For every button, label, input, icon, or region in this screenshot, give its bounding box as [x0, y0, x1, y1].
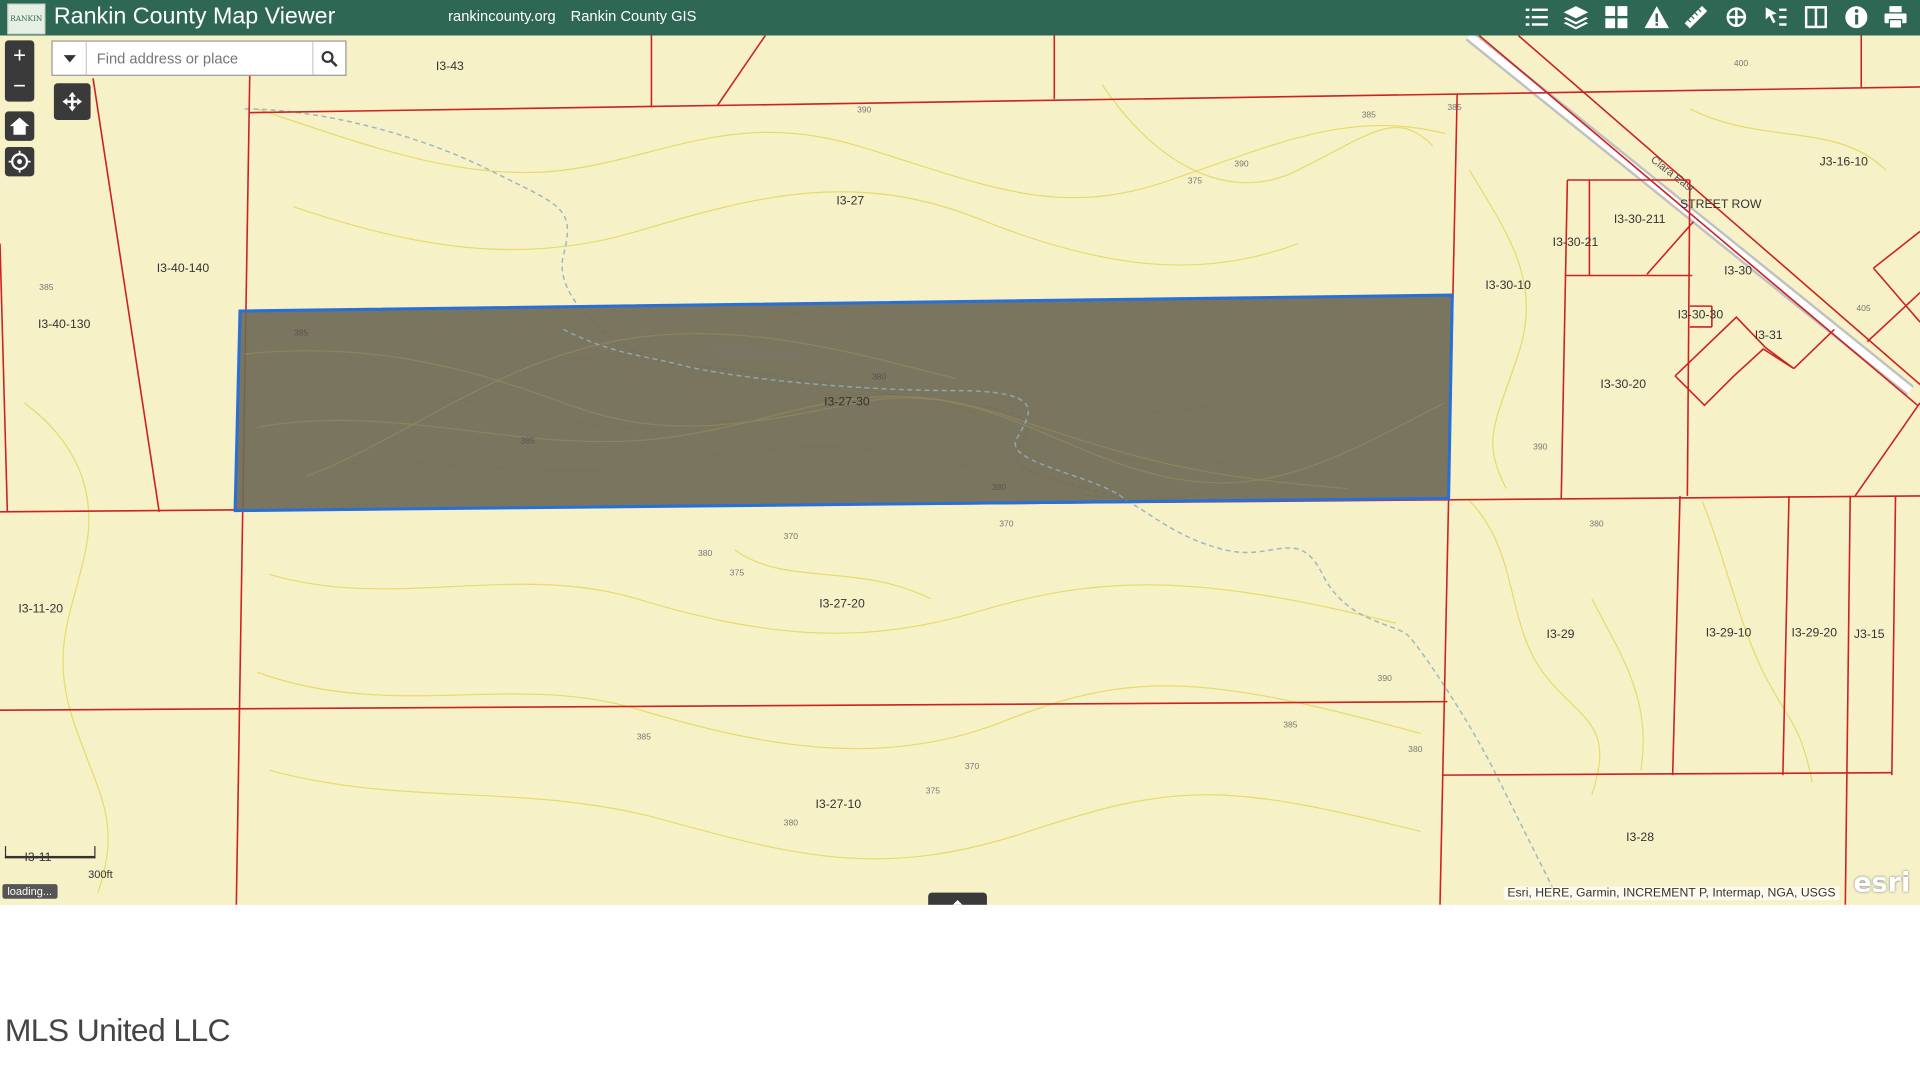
- contour-label: 370: [783, 532, 798, 542]
- locate-icon: [8, 150, 31, 173]
- parcel-label: I3-29-20: [1791, 626, 1838, 641]
- county-logo: RANKIN: [7, 3, 46, 35]
- parcel-label: I3-29-10: [1705, 626, 1752, 641]
- locate-button[interactable]: [4, 146, 35, 177]
- parcel-label: I3-30-30: [1677, 308, 1724, 323]
- app-header: RANKIN Rankin County Map Viewer rankinco…: [0, 0, 1920, 36]
- parcel-label: I3-27: [836, 194, 865, 209]
- parcel-label: I3-43: [435, 60, 464, 74]
- navigation-toggle-button[interactable]: [53, 83, 91, 121]
- swipe-icon[interactable]: [1800, 1, 1832, 33]
- rankin-gis-link[interactable]: Rankin County GIS: [571, 7, 697, 24]
- parcel-label: I3-40-130: [37, 318, 91, 332]
- parcel-label: I3-30-20: [1600, 378, 1647, 392]
- parcel-label: I3-27-20: [819, 597, 865, 612]
- contour-label: 390: [1533, 443, 1548, 452]
- search-button[interactable]: [312, 41, 345, 75]
- contour-label: 375: [925, 787, 941, 796]
- contour-label: 380: [697, 549, 713, 559]
- parcel-label: J3-16-10: [1819, 155, 1868, 169]
- parcel-label: I3-28: [1626, 831, 1655, 845]
- loading-indicator: loading...: [2, 884, 57, 899]
- parcel-label: I3-27-10: [815, 798, 862, 812]
- contour-label: 380: [783, 819, 798, 828]
- contour-label: 390: [857, 106, 872, 116]
- contour-label: 390: [1377, 674, 1392, 684]
- contour-label: 380: [991, 483, 1007, 493]
- chevron-up-icon: [952, 900, 963, 905]
- select-icon[interactable]: [1760, 1, 1792, 33]
- contour-label: 405: [1856, 304, 1871, 314]
- scale-label: 300ft: [88, 868, 113, 881]
- contour-label: 385: [39, 284, 54, 293]
- contour-label: 385: [293, 329, 309, 338]
- info-icon[interactable]: [1840, 1, 1872, 33]
- contour-label: 385: [1283, 721, 1298, 730]
- warning-icon[interactable]: [1641, 1, 1673, 33]
- search-input[interactable]: [86, 41, 313, 75]
- contour-label: 400: [1733, 60, 1749, 69]
- street-row-label: STREET ROW: [1680, 198, 1762, 212]
- watermark-text: MLS United LLC: [4, 1011, 231, 1049]
- contour-label: 380: [1589, 520, 1604, 529]
- rankincounty-link[interactable]: rankincounty.org: [448, 7, 556, 24]
- print-icon[interactable]: [1880, 1, 1912, 33]
- contour-label: 370: [999, 520, 1014, 529]
- parcel-label: I3-27-30: [824, 395, 870, 409]
- pan-icon: [62, 91, 83, 112]
- contour-label: 385: [636, 733, 652, 743]
- search-widget: [51, 40, 347, 76]
- scale-bar: [4, 846, 96, 859]
- search-source-dropdown[interactable]: [53, 41, 87, 75]
- parcel-label: I3-11-20: [18, 602, 64, 616]
- measure-icon[interactable]: [1680, 1, 1712, 33]
- basemap-gallery-icon[interactable]: [1600, 1, 1632, 33]
- contour-label: 385: [1447, 104, 1462, 113]
- contour-label: 375: [729, 569, 745, 578]
- parcel-label: I3-30-21: [1552, 236, 1599, 250]
- contour-label: 380: [1408, 745, 1423, 755]
- parcel-label: I3-30-10: [1485, 279, 1531, 293]
- parcel-label: I3-30: [1724, 264, 1753, 278]
- home-button[interactable]: [4, 111, 35, 141]
- zoom-in-button[interactable]: +: [5, 40, 34, 71]
- map-graphics: [0, 35, 1920, 905]
- zoom-control: + −: [4, 40, 35, 102]
- map-attribution: Esri, HERE, Garmin, INCREMENT P, Interma…: [1503, 886, 1840, 901]
- chevron-down-icon: [63, 54, 76, 62]
- map-canvas[interactable]: I3-43 I3-27 I3-40-140 I3-40-130 I3-27-30…: [0, 35, 1920, 905]
- draw-icon[interactable]: [1720, 1, 1752, 33]
- parcel-label: I3-29: [1546, 628, 1575, 642]
- app-title: Rankin County Map Viewer: [53, 3, 336, 30]
- search-icon: [321, 50, 338, 67]
- list-icon[interactable]: [1521, 1, 1553, 33]
- panel-toggle-button[interactable]: [928, 892, 987, 905]
- contour-label: 385: [1361, 111, 1376, 121]
- parcel-label: I3-40-140: [156, 262, 210, 276]
- contour-label: 390: [1234, 160, 1249, 169]
- parcel-label: I3-31: [1754, 329, 1783, 343]
- contour-label: 385: [520, 437, 535, 446]
- esri-logo[interactable]: esri: [1853, 868, 1910, 899]
- home-icon: [9, 117, 30, 135]
- contour-label: 375: [1187, 177, 1203, 187]
- zoom-out-button[interactable]: −: [5, 71, 34, 102]
- contour-label: 380: [871, 373, 887, 383]
- contour-label: 370: [964, 762, 980, 772]
- layers-icon[interactable]: [1560, 1, 1592, 33]
- parcel-label: I3-30-211: [1613, 213, 1666, 227]
- parcel-label: J3-15: [1853, 628, 1885, 642]
